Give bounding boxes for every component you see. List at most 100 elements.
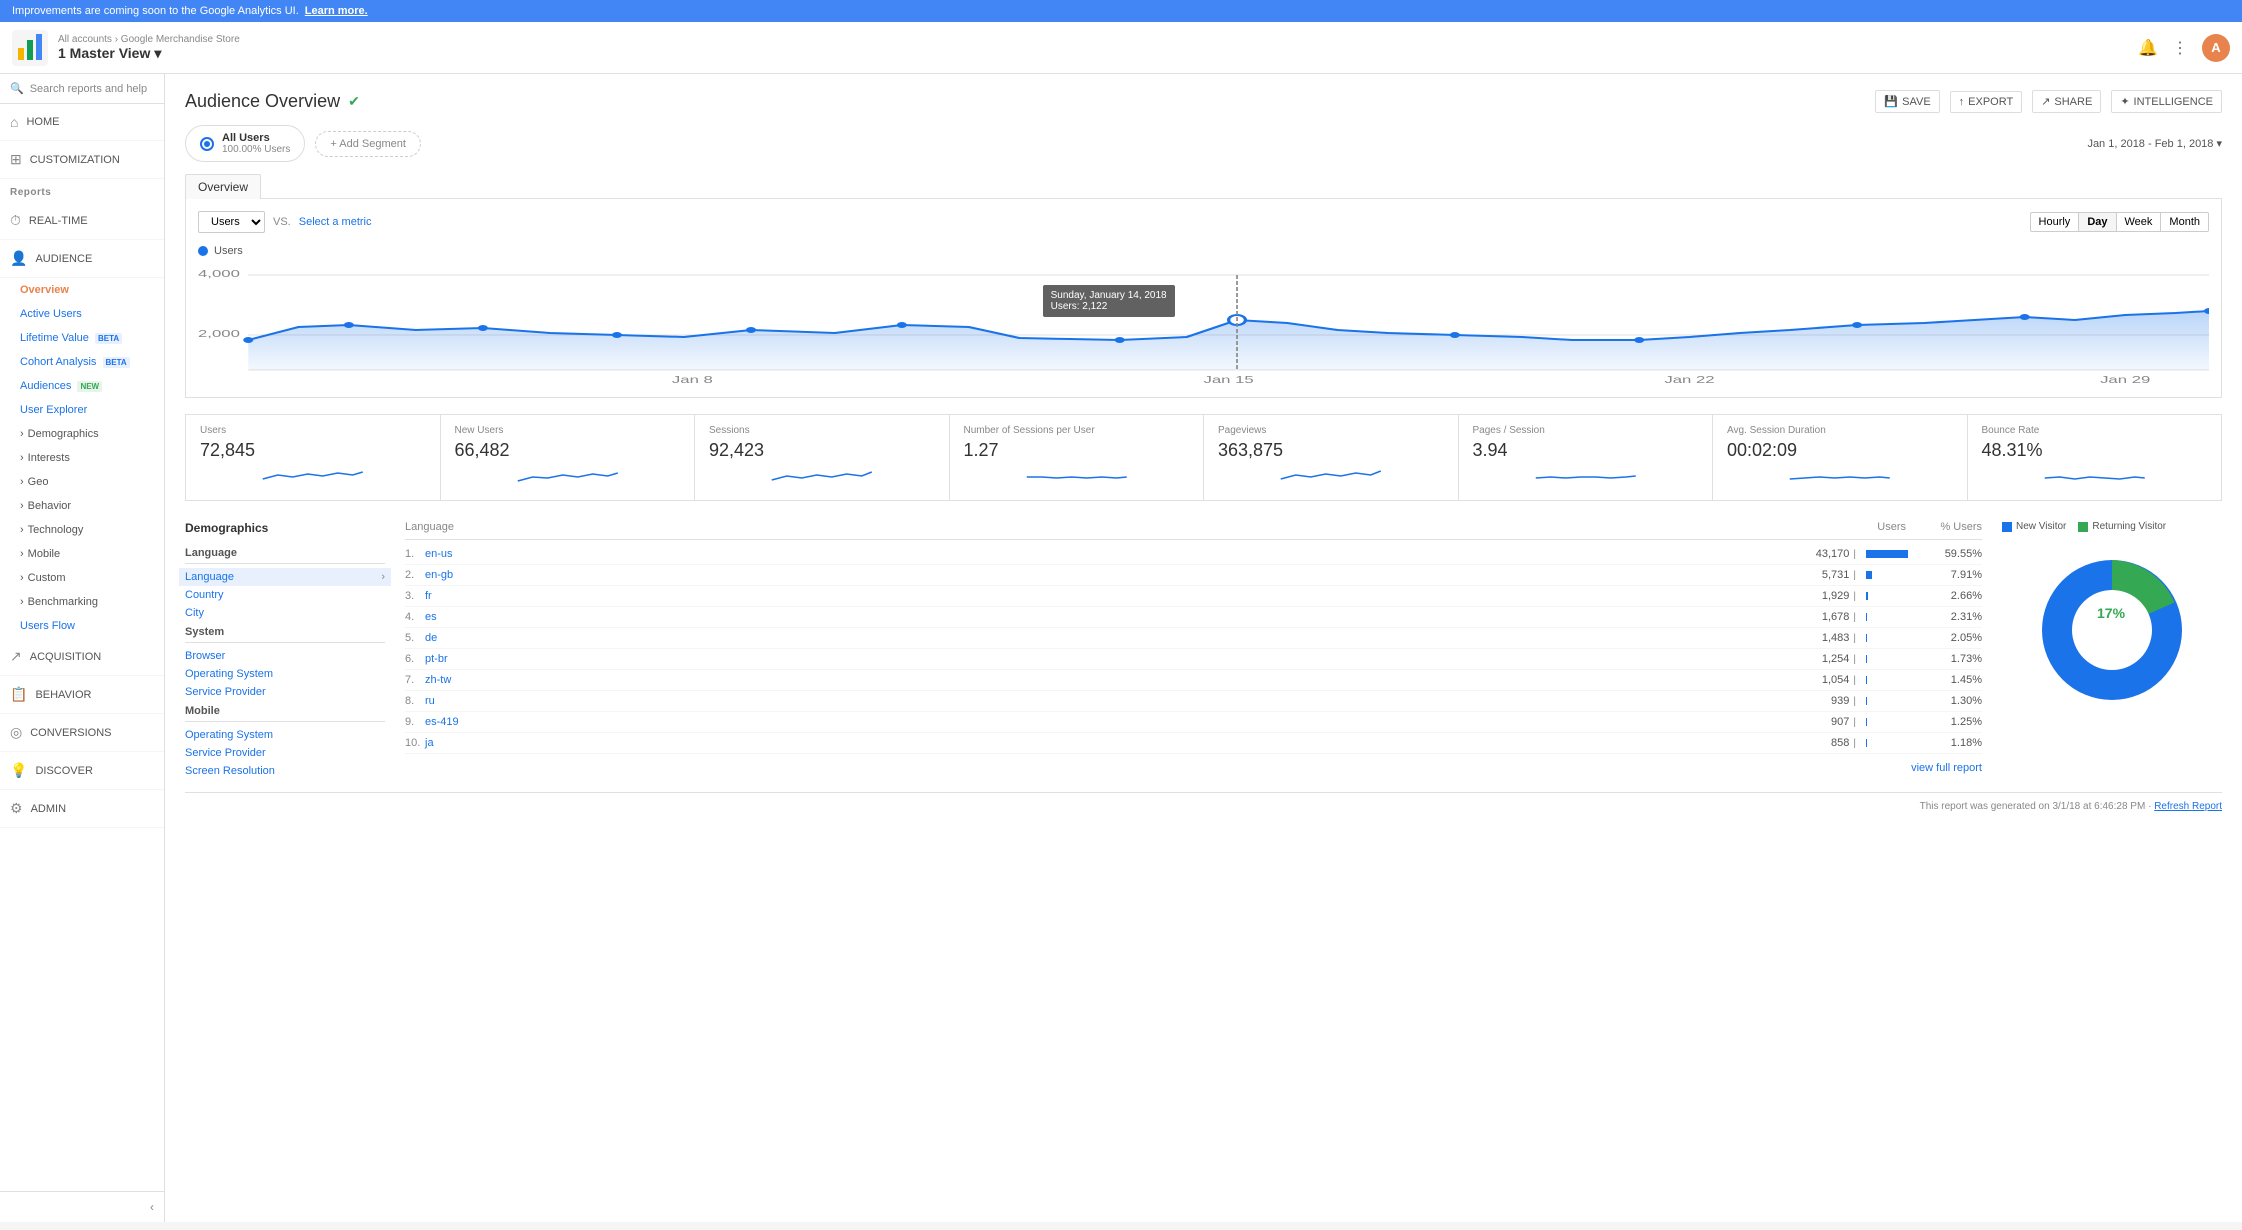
add-segment-button[interactable]: + Add Segment — [315, 131, 421, 157]
sidebar-sub-technology[interactable]: › Technology — [0, 518, 164, 542]
demo-link-mobile-sp[interactable]: Service Provider — [185, 744, 385, 762]
lang-name[interactable]: de — [425, 632, 1769, 644]
lang-num: 5. — [405, 632, 425, 644]
banner-link[interactable]: Learn more. — [305, 5, 368, 17]
save-button[interactable]: 💾 SAVE — [1875, 90, 1939, 113]
sidebar-sub-benchmarking[interactable]: › Benchmarking — [0, 590, 164, 614]
demo-link-service-provider[interactable]: Service Provider — [185, 683, 385, 701]
lang-bar-container — [1866, 613, 1936, 621]
sidebar-item-admin[interactable]: ⚙ ADMIN — [0, 790, 164, 828]
lang-name[interactable]: en-us — [425, 548, 1769, 560]
view-full-report-link[interactable]: view full report — [405, 762, 1982, 774]
metric-select[interactable]: Users — [198, 211, 265, 233]
lang-name[interactable]: ja — [425, 737, 1769, 749]
lang-name[interactable]: es — [425, 611, 1769, 623]
sidebar-sub-cohort-analysis[interactable]: Cohort Analysis BETA — [0, 350, 164, 374]
sidebar-item-behavior[interactable]: 📋 BEHAVIOR — [0, 676, 164, 714]
lang-name[interactable]: zh-tw — [425, 674, 1769, 686]
search-icon: 🔍 — [10, 82, 24, 95]
sidebar-sub-demographics[interactable]: › Demographics — [0, 422, 164, 446]
lang-users: 907 — [1769, 716, 1849, 728]
view-name[interactable]: 1 Master View ▾ — [58, 45, 240, 62]
sidebar-sub-lifetime-value[interactable]: Lifetime Value BETA — [0, 326, 164, 350]
date-range-picker[interactable]: Jan 1, 2018 - Feb 1, 2018 ▾ — [2087, 137, 2222, 150]
week-button[interactable]: Week — [2116, 212, 2162, 232]
language-row-5: 5. de 1,483 | 2.05% — [405, 628, 1982, 649]
sidebar-item-acquisition[interactable]: ↗ ACQUISITION — [0, 638, 164, 676]
sidebar-item-customization[interactable]: ⊞ CUSTOMIZATION — [0, 141, 164, 179]
stat-new-users: New Users 66,482 — [441, 415, 696, 500]
more-icon[interactable]: ⋮ — [2172, 38, 2188, 58]
lang-pct: 1.25% — [1942, 716, 1982, 728]
page-title: Audience Overview ✔ — [185, 91, 360, 112]
lang-name[interactable]: pt-br — [425, 653, 1769, 665]
demo-link-language[interactable]: Language › — [179, 568, 391, 586]
sidebar-item-realtime[interactable]: ⏱ REAL-TIME — [0, 202, 164, 240]
month-button[interactable]: Month — [2160, 212, 2209, 232]
sidebar-item-audience[interactable]: 👤 AUDIENCE — [0, 240, 164, 278]
lang-bar-separator: | — [1853, 717, 1856, 728]
returning-visitor-legend: Returning Visitor — [2078, 521, 2166, 532]
select-metric-link[interactable]: Select a metric — [299, 216, 372, 228]
sidebar-sub-user-explorer[interactable]: User Explorer — [0, 398, 164, 422]
report-footer: This report was generated on 3/1/18 at 6… — [185, 792, 2222, 812]
lang-bar-separator: | — [1853, 738, 1856, 749]
demo-link-screen-res[interactable]: Screen Resolution — [185, 762, 385, 780]
lang-name[interactable]: en-gb — [425, 569, 1769, 581]
segment-sublabel: 100.00% Users — [222, 144, 290, 155]
day-button[interactable]: Day — [2078, 212, 2116, 232]
stat-sessions: Sessions 92,423 — [695, 415, 950, 500]
sidebar-sub-interests[interactable]: › Interests — [0, 446, 164, 470]
lang-pct: 2.05% — [1942, 632, 1982, 644]
lang-name[interactable]: fr — [425, 590, 1769, 602]
refresh-report-link[interactable]: Refresh Report — [2154, 801, 2222, 812]
sparkline-spu — [964, 467, 1190, 487]
intelligence-button[interactable]: ✦ INTELLIGENCE — [2111, 90, 2222, 113]
all-users-segment[interactable]: All Users 100.00% Users — [185, 125, 305, 162]
sidebar-sub-custom[interactable]: › Custom — [0, 566, 164, 590]
demo-link-mobile-os[interactable]: Operating System — [185, 726, 385, 744]
sidebar-sub-audiences[interactable]: Audiences NEW — [0, 374, 164, 398]
bell-icon[interactable]: 🔔 — [2138, 38, 2158, 58]
sidebar-sub-active-users[interactable]: Active Users — [0, 302, 164, 326]
home-icon: ⌂ — [10, 114, 18, 130]
language-arrow: › — [381, 571, 385, 583]
language-row-7: 7. zh-tw 1,054 | 1.45% — [405, 670, 1982, 691]
lang-name[interactable]: es-419 — [425, 716, 1769, 728]
sidebar-sub-behavior[interactable]: › Behavior — [0, 494, 164, 518]
sidebar-search[interactable]: 🔍 Search reports and help — [0, 74, 164, 104]
share-button[interactable]: ↗ SHARE — [2032, 90, 2101, 113]
pct-col-header: % Users — [1906, 521, 1982, 533]
conversions-label: CONVERSIONS — [30, 727, 111, 739]
vs-text: VS. — [273, 216, 291, 228]
hourly-button[interactable]: Hourly — [2030, 212, 2080, 232]
stat-sessions-value: 92,423 — [709, 440, 935, 461]
sidebar-collapse-button[interactable]: ‹ — [0, 1191, 164, 1222]
demo-link-browser[interactable]: Browser — [185, 647, 385, 665]
sidebar-item-conversions[interactable]: ◎ CONVERSIONS — [0, 714, 164, 752]
export-button[interactable]: ↑ EXPORT — [1950, 91, 2023, 113]
sidebar-sub-mobile[interactable]: › Mobile — [0, 542, 164, 566]
stat-users-value: 72,845 — [200, 440, 426, 461]
app-header: All accounts › Google Merchandise Store … — [0, 22, 2242, 74]
sidebar-item-home[interactable]: ⌂ HOME — [0, 104, 164, 141]
user-avatar[interactable]: A — [2202, 34, 2230, 62]
overview-tab[interactable]: Overview — [185, 174, 261, 199]
lang-bar — [1866, 550, 1908, 558]
demo-link-os[interactable]: Operating System — [185, 665, 385, 683]
segment-dot-inner — [204, 141, 210, 147]
svg-text:Jan 22: Jan 22 — [1664, 374, 1714, 385]
dropdown-icon[interactable]: ▾ — [154, 45, 161, 62]
demo-link-country[interactable]: Country — [185, 586, 385, 604]
discover-icon: 💡 — [10, 762, 27, 779]
demo-link-city[interactable]: City — [185, 604, 385, 622]
sidebar-sub-geo[interactable]: › Geo — [0, 470, 164, 494]
sidebar-item-discover[interactable]: 💡 DISCOVER — [0, 752, 164, 790]
lang-pct: 1.18% — [1942, 737, 1982, 749]
lang-name[interactable]: ru — [425, 695, 1769, 707]
lang-users: 1,929 — [1769, 590, 1849, 602]
sidebar-sub-users-flow[interactable]: Users Flow — [0, 614, 164, 638]
language-row-10: 10. ja 858 | 1.18% — [405, 733, 1982, 754]
sidebar-sub-overview[interactable]: Overview — [0, 278, 164, 302]
language-rows: 1. en-us 43,170 | 59.55% 2. en-gb 5,731 … — [405, 544, 1982, 754]
